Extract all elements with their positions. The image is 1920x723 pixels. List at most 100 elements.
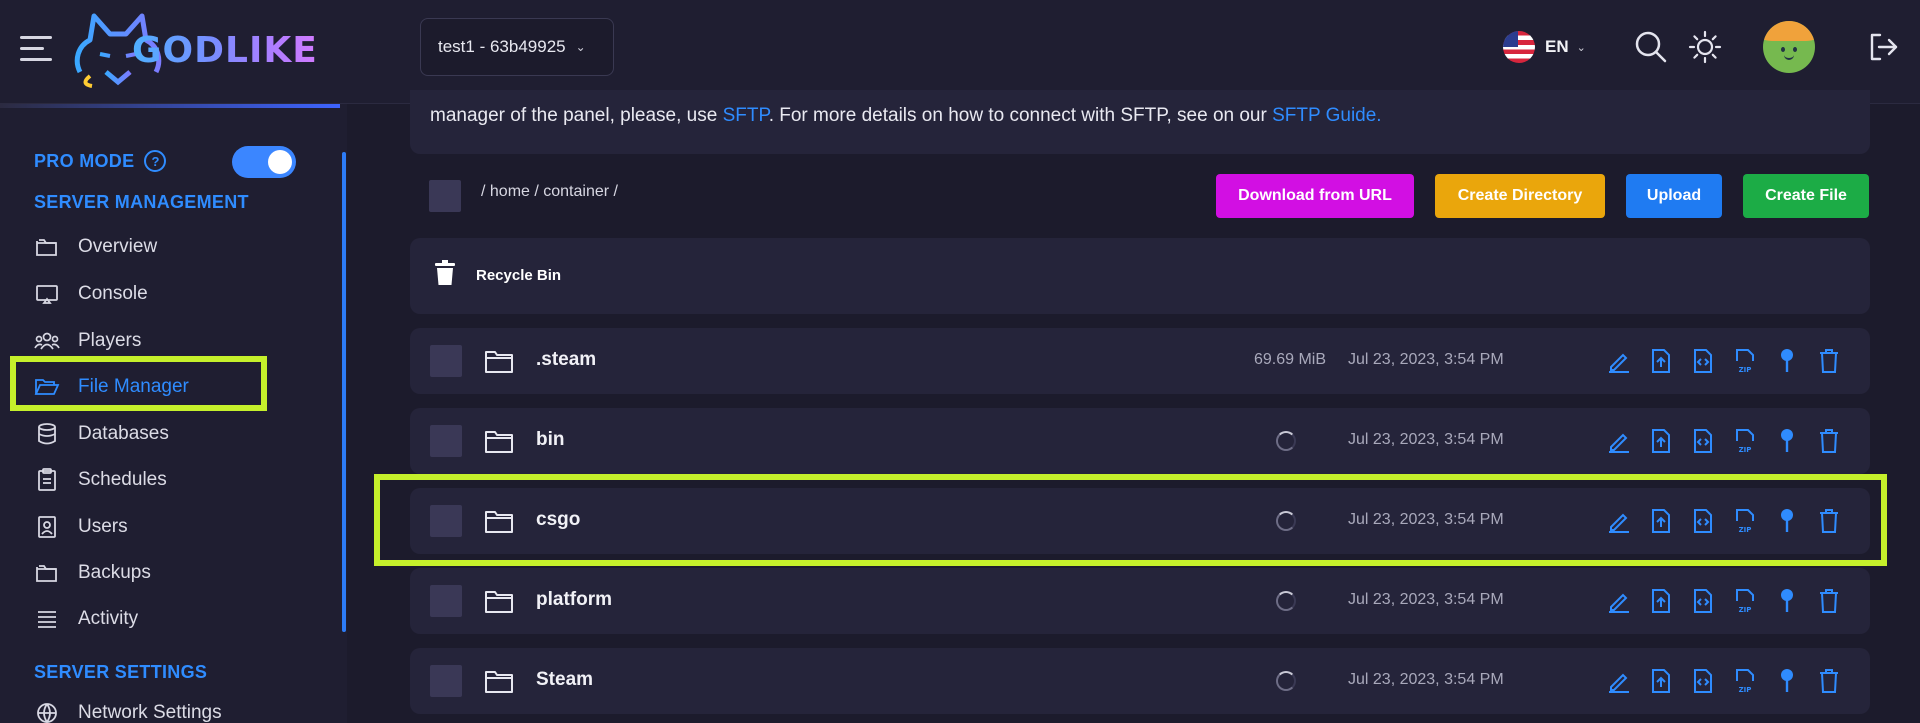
pro-mode-toggle[interactable] — [232, 146, 296, 178]
row-checkbox[interactable] — [430, 505, 462, 537]
file-row[interactable]: .steam 69.69 MiB Jul 23, 2023, 3:54 PM ZIP — [410, 328, 1870, 394]
sidebar-item-label: Activity — [78, 608, 139, 629]
select-all-checkbox[interactable] — [429, 180, 461, 212]
pin-icon[interactable] — [1772, 426, 1802, 456]
pin-icon[interactable] — [1772, 506, 1802, 536]
us-flag-icon — [1503, 31, 1535, 63]
monitor-icon — [34, 281, 60, 307]
file-row[interactable]: csgo Jul 23, 2023, 3:54 PM ZIP — [410, 488, 1870, 554]
sidebar-scrollbar[interactable] — [342, 152, 346, 632]
sidebar-item-databases[interactable]: Databases — [34, 415, 334, 453]
file-name[interactable]: Steam — [536, 669, 593, 691]
rename-icon[interactable] — [1604, 666, 1634, 696]
list-icon — [34, 606, 60, 632]
sidebar-item-overview[interactable]: Overview — [34, 228, 334, 266]
section-server-settings: SERVER SETTINGS — [34, 662, 208, 682]
language-code: EN — [1545, 37, 1569, 56]
row-actions: ZIP — [1604, 426, 1856, 456]
archive-zip-icon[interactable]: ZIP — [1730, 426, 1760, 456]
sidebar-item-file-manager[interactable]: File Manager — [34, 368, 334, 406]
sidebar-item-schedules[interactable]: Schedules — [34, 461, 334, 499]
file-name[interactable]: platform — [536, 589, 612, 611]
upload-button[interactable]: Upload — [1626, 174, 1722, 218]
pin-icon[interactable] — [1772, 666, 1802, 696]
sidebar-item-label: Schedules — [78, 469, 167, 490]
row-checkbox[interactable] — [430, 425, 462, 457]
server-select[interactable]: test1 - 63b49925 ⌄ — [420, 18, 614, 76]
trash-icon — [435, 260, 455, 285]
pin-icon[interactable] — [1772, 586, 1802, 616]
loading-spinner-icon — [1276, 431, 1296, 451]
sidebar-item-activity[interactable]: Activity — [34, 600, 334, 638]
archive-zip-icon[interactable]: ZIP — [1730, 586, 1760, 616]
file-row[interactable]: bin Jul 23, 2023, 3:54 PM ZIP — [410, 408, 1870, 474]
archive-zip-icon[interactable]: ZIP — [1730, 666, 1760, 696]
edit-code-icon[interactable] — [1688, 506, 1718, 536]
logo-text: GODLIKE — [132, 29, 318, 71]
recycle-bin-label: Recycle Bin — [476, 267, 562, 284]
avatar[interactable] — [1763, 21, 1815, 73]
file-row[interactable]: platform Jul 23, 2023, 3:54 PM ZIP — [410, 568, 1870, 634]
pin-icon[interactable] — [1772, 346, 1802, 376]
folder-icon — [484, 507, 514, 535]
rename-icon[interactable] — [1604, 586, 1634, 616]
recycle-bin[interactable]: Recycle Bin — [410, 238, 1870, 314]
trash-icon[interactable] — [1814, 666, 1844, 696]
row-checkbox[interactable] — [430, 585, 462, 617]
sidebar-item-label: File Manager — [78, 376, 189, 397]
download-from-url-button[interactable]: Download from URL — [1216, 174, 1414, 218]
sun-icon[interactable] — [1688, 30, 1722, 64]
logo[interactable]: GODLIKE — [70, 10, 340, 90]
sidebar-item-network-settings[interactable]: Network Settings — [34, 694, 334, 723]
archive-zip-icon[interactable]: ZIP — [1730, 346, 1760, 376]
database-icon — [34, 421, 60, 447]
search-icon[interactable] — [1634, 30, 1668, 64]
edit-code-icon[interactable] — [1688, 426, 1718, 456]
svg-text:ZIP: ZIP — [1739, 606, 1752, 614]
sidebar-item-backups[interactable]: Backups — [34, 554, 334, 592]
file-date: Jul 23, 2023, 3:54 PM — [1348, 591, 1504, 608]
create-file-button[interactable]: Create File — [1743, 174, 1869, 218]
edit-code-icon[interactable] — [1688, 346, 1718, 376]
rename-icon[interactable] — [1604, 346, 1634, 376]
rename-icon[interactable] — [1604, 506, 1634, 536]
folder-icon — [484, 347, 514, 375]
trash-icon[interactable] — [1814, 586, 1844, 616]
move-icon[interactable] — [1646, 666, 1676, 696]
trash-icon[interactable] — [1814, 426, 1844, 456]
row-checkbox[interactable] — [430, 345, 462, 377]
sftp-guide-link[interactable]: SFTP Guide. — [1272, 105, 1381, 126]
sidebar-item-label: Backups — [78, 562, 151, 583]
sidebar: PRO MODE ? SERVER MANAGEMENT Overview Co… — [0, 104, 347, 723]
file-row[interactable]: Steam Jul 23, 2023, 3:54 PM ZIP — [410, 648, 1870, 714]
move-icon[interactable] — [1646, 426, 1676, 456]
sidebar-item-label: Databases — [78, 423, 169, 444]
row-checkbox[interactable] — [430, 665, 462, 697]
chevron-down-icon: ⌄ — [575, 40, 586, 54]
trash-icon[interactable] — [1814, 506, 1844, 536]
sidebar-item-users[interactable]: Users — [34, 508, 334, 546]
sidebar-item-players[interactable]: Players — [34, 322, 334, 360]
edit-code-icon[interactable] — [1688, 586, 1718, 616]
breadcrumb[interactable]: / home / container / — [481, 183, 618, 201]
move-icon[interactable] — [1646, 586, 1676, 616]
rename-icon[interactable] — [1604, 426, 1634, 456]
menu-icon[interactable] — [20, 34, 52, 64]
language-select[interactable]: EN ⌄ — [1503, 30, 1586, 64]
trash-icon[interactable] — [1814, 346, 1844, 376]
edit-code-icon[interactable] — [1688, 666, 1718, 696]
sftp-link[interactable]: SFTP — [723, 105, 769, 126]
sidebar-item-console[interactable]: Console — [34, 275, 334, 313]
archive-zip-icon[interactable]: ZIP — [1730, 506, 1760, 536]
move-icon[interactable] — [1646, 506, 1676, 536]
create-directory-button[interactable]: Create Directory — [1435, 174, 1605, 218]
help-icon[interactable]: ? — [144, 150, 167, 172]
row-actions: ZIP — [1604, 346, 1856, 376]
file-name[interactable]: bin — [536, 429, 565, 451]
svg-text:ZIP: ZIP — [1739, 446, 1752, 454]
logout-icon[interactable] — [1866, 30, 1900, 64]
sidebar-item-label: Users — [78, 516, 128, 537]
file-name[interactable]: .steam — [536, 349, 596, 371]
move-icon[interactable] — [1646, 346, 1676, 376]
file-name[interactable]: csgo — [536, 509, 580, 531]
